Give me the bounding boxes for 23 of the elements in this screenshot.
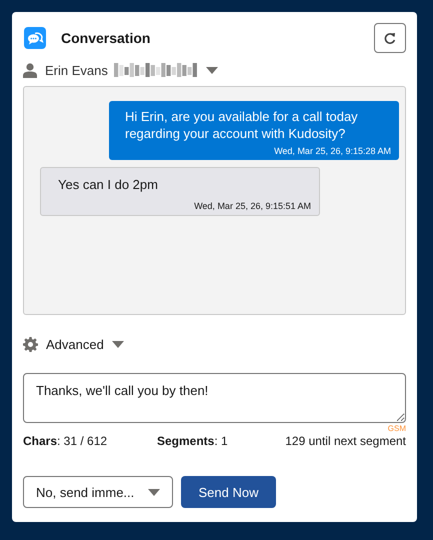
send-now-button[interactable]: Send Now <box>181 476 276 508</box>
message-text: Hi Erin, are you available for a call today regarding your account with Kudosity? <box>125 108 359 142</box>
segment-count: Segments: 1 <box>157 434 229 448</box>
caret-icon <box>112 340 124 348</box>
message-text: Yes can I do 2pm <box>58 176 159 193</box>
refresh-icon <box>383 31 397 45</box>
caret-icon <box>148 488 160 496</box>
char-count: Chars: 31 / 612 <box>23 434 108 448</box>
schedule-dropdown[interactable]: No, send imme... <box>23 476 173 508</box>
message-timestamp: Wed, Mar 25, 26, 9:15:28 AM <box>274 145 391 157</box>
message-timestamp: Wed, Mar 25, 26, 9:15:51 AM <box>194 200 311 212</box>
chat-bubbles-icon <box>24 27 46 49</box>
person-icon <box>23 62 37 78</box>
encoding-label: GSM <box>388 424 406 434</box>
gear-icon <box>23 336 38 352</box>
segment-remaining: 129 until next segment <box>285 434 406 448</box>
contact-name: Erin Evans <box>45 62 108 78</box>
advanced-toggle[interactable]: Advanced <box>23 335 406 353</box>
card-title: Conversation <box>61 30 152 46</box>
message-input-field[interactable]: Thanks, we'll call you by then! <box>23 373 406 423</box>
refresh-button[interactable] <box>374 23 406 53</box>
contact-dropdown-button[interactable] <box>204 66 220 74</box>
caret-icon <box>206 66 218 74</box>
